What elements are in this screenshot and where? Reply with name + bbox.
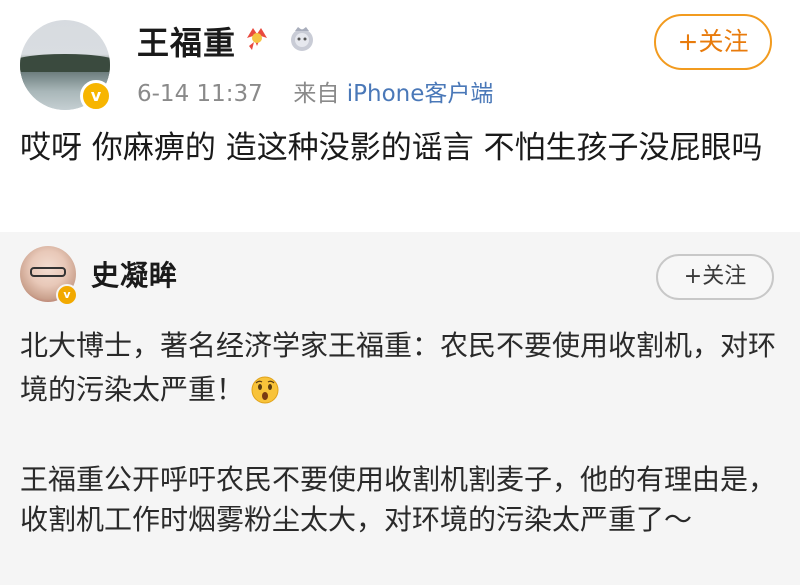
source-prefix: 来自 — [293, 81, 340, 107]
source-app-link[interactable]: iPhone客户端 — [347, 81, 494, 107]
verified-badge-icon: v — [80, 80, 112, 112]
quoted-username[interactable]: 史凝眸 — [91, 254, 178, 294]
verified-badge-icon: v — [56, 284, 78, 306]
post-meta: 6-14 11:37 来自 iPhone客户端 — [137, 74, 493, 108]
quoted-text: 北大博士，著名经济学家王福重：农民不要使用收割机，对环境的污染太严重！ — [20, 329, 777, 406]
avatar-glasses — [30, 267, 66, 277]
avatar-landscape — [20, 54, 110, 72]
medal-icon — [247, 28, 267, 50]
timestamp: 6-14 11:37 — [137, 81, 263, 107]
follow-button[interactable]: +关注 — [656, 254, 774, 300]
post-text: 哎呀 你麻痹的 造这种没影的谣言 不怕生孩子没屁眼吗 — [20, 130, 763, 166]
quoted-text-paragraph: 北大博士，著名经济学家王福重：农民不要使用收割机，对环境的污染太严重！ — [20, 324, 790, 412]
quoted-post[interactable]: v 史凝眸 +关注 北大博士，著名经济学家王福重：农民不要使用收割机，对环境的污… — [0, 232, 800, 585]
username[interactable]: 王福重 — [137, 18, 236, 64]
shocked-face-icon — [251, 376, 279, 404]
weibo-post: v 王福重 6-14 11:37 来自 iPhone客户端 +关注 哎呀 你麻痹… — [0, 0, 800, 232]
rank-icon — [291, 27, 313, 51]
quoted-text-paragraph: 王福重公开呼吁农民不要使用收割机割麦子，他的有理由是，收割机工作时烟雾粉尘太大，… — [20, 463, 777, 536]
follow-button[interactable]: +关注 — [654, 14, 772, 70]
